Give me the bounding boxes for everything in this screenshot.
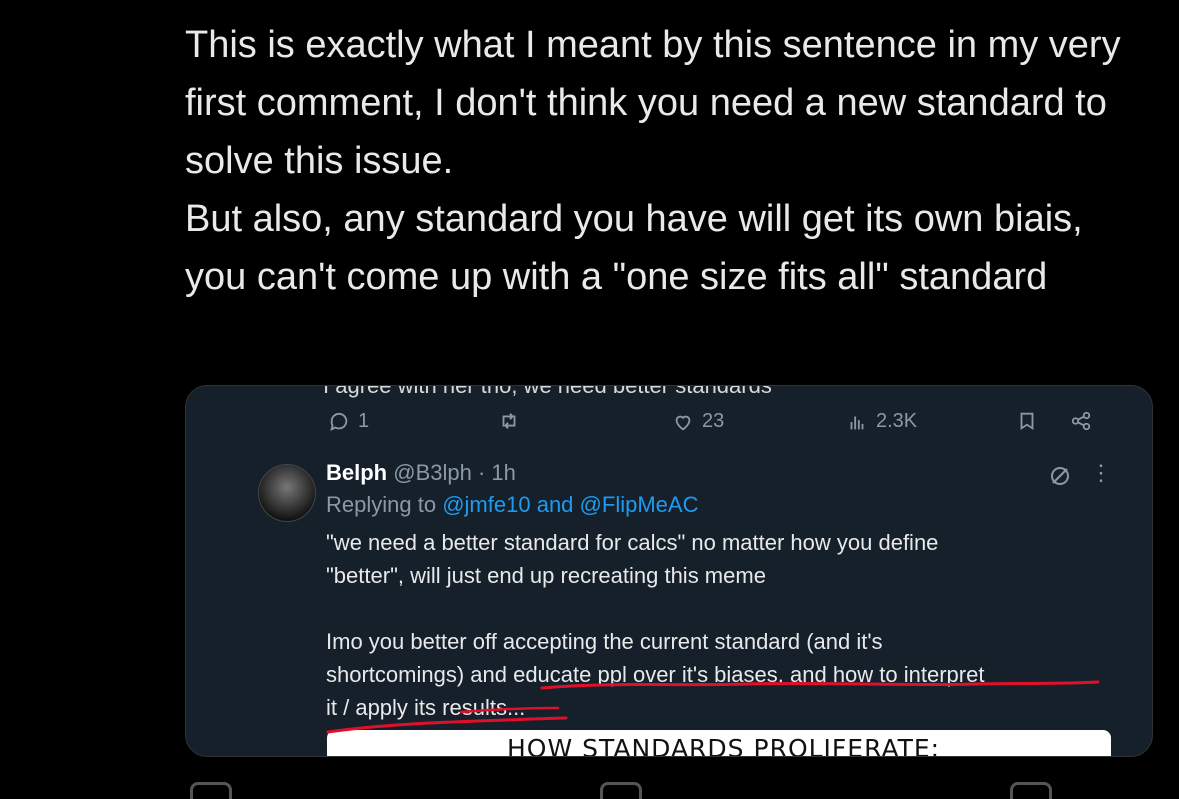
reply-line-4: shortcomings) and educate ppl over it's … [326,662,985,687]
author-meta: @B3lph · 1h [393,460,516,485]
reply-action[interactable]: 1 [328,410,369,433]
reply-line-5: it / apply its results... [326,695,526,720]
reply-count: 1 [358,410,370,432]
mention-jmfe10[interactable]: @jmfe10 [442,492,530,517]
mention-and: and [536,492,574,517]
like-action[interactable]: 23 [672,410,724,433]
tweet-paragraph-1: This is exactly what I meant by this sen… [185,24,1121,182]
more-icon[interactable]: ⋮ [1090,460,1112,486]
views-count: 2.3K [876,410,918,432]
tweet-text: This is exactly what I meant by this sen… [185,16,1145,306]
quoted-screenshot[interactable]: I agree with her tho, we need better sta… [185,385,1153,757]
mention-flipmeac[interactable]: @FlipMeAC [580,492,699,517]
comic-title: HOW STANDARDS PROLIFERATE: [507,734,941,757]
retweet-icon [502,413,516,429]
reply-icon [330,412,348,431]
reply-line-1: "we need a better standard for calcs" no… [326,530,939,555]
cut-off-text: I agree with her tho, we need better sta… [323,385,772,398]
comic-image[interactable]: HOW STANDARDS PROLIFERATE: [327,730,1111,757]
share-action[interactable] [1070,410,1092,432]
retweet-action[interactable] [498,410,520,432]
reply-header: Belph @B3lph · 1h [326,460,516,486]
bottom-action-bar-cutoff [0,770,1179,799]
quote-actions-row: 1 23 2.3K [186,410,1152,450]
replying-to: Replying to @jmfe10 and @FlipMeAC [326,492,698,518]
like-icon [675,415,691,430]
grok-icon[interactable] [1048,464,1072,488]
bookmark-action[interactable] [1016,410,1038,432]
reply-body: "we need a better standard for calcs" no… [326,526,1126,724]
views-icon [850,416,864,429]
bookmark-icon [1020,412,1034,431]
share-icon [1071,411,1091,431]
author-name[interactable]: Belph [326,460,387,485]
avatar[interactable] [258,464,316,522]
tweet-paragraph-2: But also, any standard you have will get… [185,198,1083,298]
reply-line-2: "better", will just end up recreating th… [326,563,766,588]
views-action[interactable]: 2.3K [846,410,917,433]
like-count: 23 [702,410,725,432]
replying-prefix: Replying to [326,492,437,517]
reply-line-3: Imo you better off accepting the current… [326,629,883,654]
